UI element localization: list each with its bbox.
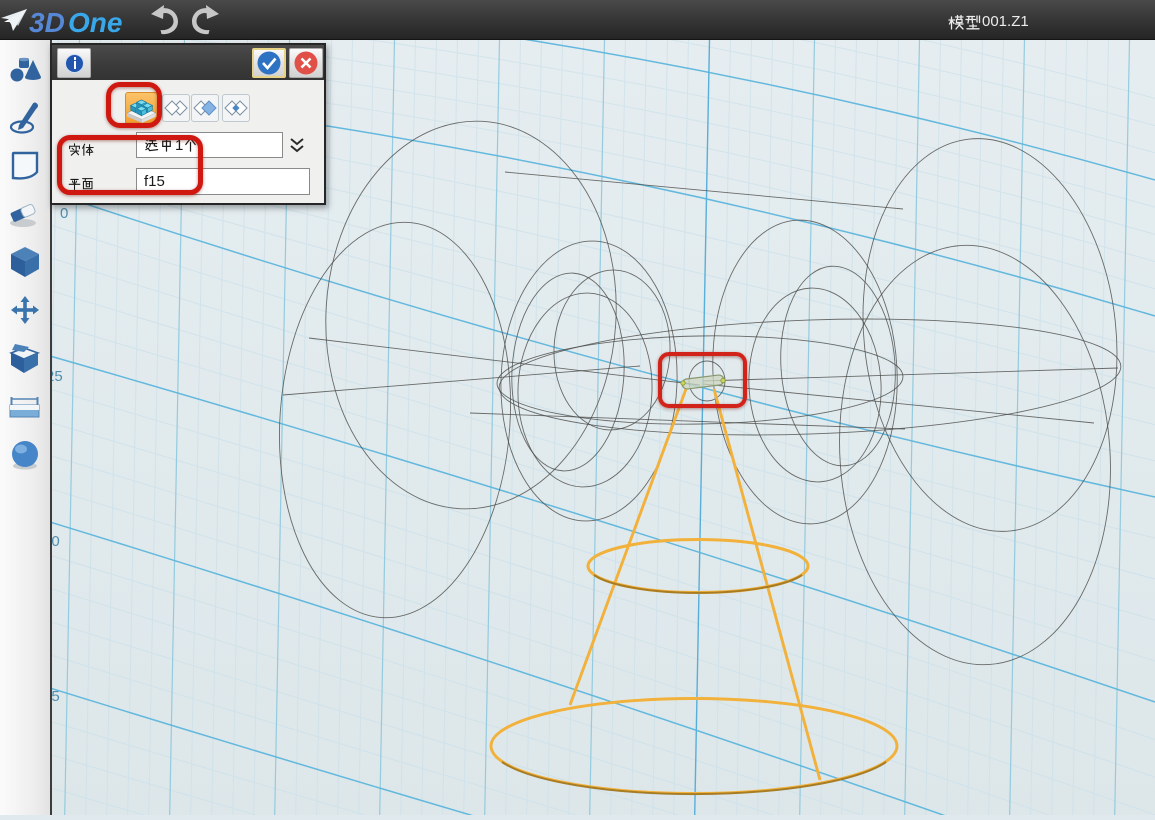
svg-text:0: 0 [60, 205, 68, 222]
svg-text:50: 50 [52, 533, 60, 550]
svg-text:75: 75 [52, 688, 60, 705]
svg-text:One: One [68, 7, 122, 38]
svg-text:25: 25 [52, 368, 63, 385]
svg-text:3D: 3D [29, 7, 65, 38]
